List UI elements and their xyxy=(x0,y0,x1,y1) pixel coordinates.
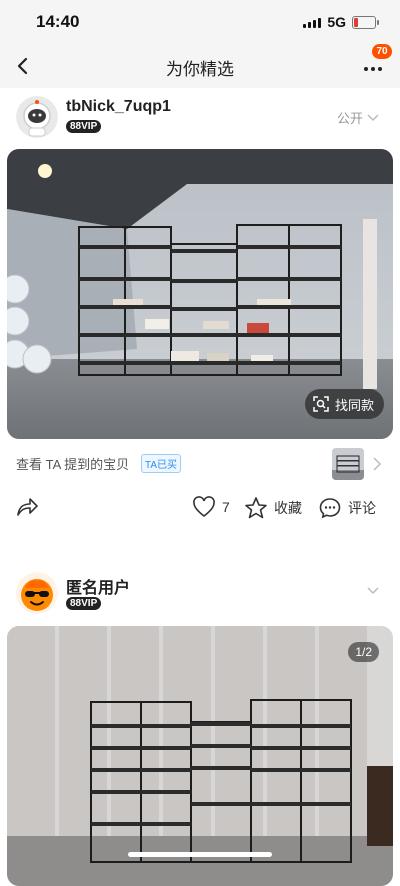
astronaut-avatar-icon xyxy=(16,96,58,138)
star-icon xyxy=(245,497,267,519)
visibility-dropdown[interactable]: 公开 xyxy=(337,108,380,127)
status-bar: 14:40 5G xyxy=(0,0,400,44)
network-type: 5G xyxy=(327,14,346,30)
sunglasses-face-avatar-icon xyxy=(16,572,58,614)
username[interactable]: 匿名用户 xyxy=(66,574,130,598)
post-photo[interactable]: 找同款 xyxy=(7,149,393,439)
post-actions: 7 收藏 评论 xyxy=(0,488,400,528)
image-counter: 1/2 xyxy=(348,642,379,662)
share-icon[interactable] xyxy=(14,495,40,519)
more-dots-icon xyxy=(364,67,382,71)
status-time: 14:40 xyxy=(36,12,80,31)
post-card: 匿名用户 88VIP 1/2 xyxy=(0,560,400,886)
more-options-dropdown[interactable] xyxy=(366,586,380,596)
chevron-right-icon xyxy=(373,457,382,471)
notification-badge: 70 xyxy=(372,44,392,59)
shelf-photo-image xyxy=(7,626,393,886)
page-title: 为你精选 xyxy=(166,60,234,79)
like-count: 7 xyxy=(222,499,230,515)
battery-icon xyxy=(352,15,379,29)
like-button[interactable]: 7 xyxy=(192,496,230,518)
visibility-label: 公开 xyxy=(336,111,363,126)
find-similar-button[interactable]: 找同款 xyxy=(304,389,384,419)
product-thumbnail-image xyxy=(332,448,364,480)
scan-search-icon xyxy=(313,396,329,412)
status-indicators: 5G xyxy=(303,14,379,30)
signal-icon xyxy=(303,16,322,28)
vip-badge: 88VIP xyxy=(66,120,102,133)
mentioned-items-label: 查看 TA 提到的宝贝 xyxy=(16,457,130,472)
mentioned-items-row[interactable]: 查看 TA 提到的宝贝 TA已买 xyxy=(16,448,384,480)
more-button[interactable]: 70 xyxy=(362,44,392,82)
favorite-button[interactable]: 收藏 xyxy=(244,496,302,520)
post-card: tbNick_7uqp1 88VIP 公开 找同款 查看 TA 提到的宝贝 TA… xyxy=(0,88,400,548)
comment-button[interactable]: 评论 xyxy=(318,496,376,520)
heart-icon xyxy=(193,496,215,518)
product-thumbnail[interactable] xyxy=(332,448,364,480)
avatar[interactable] xyxy=(16,572,58,614)
chevron-down-icon xyxy=(367,587,379,595)
comment-icon xyxy=(319,498,341,519)
chevron-down-icon xyxy=(367,113,379,121)
favorite-label: 收藏 xyxy=(274,500,302,516)
find-similar-label: 找同款 xyxy=(334,397,374,413)
post-photo[interactable]: 1/2 xyxy=(7,626,393,886)
username[interactable]: tbNick_7uqp1 xyxy=(66,98,171,116)
comment-label: 评论 xyxy=(348,500,376,516)
vip-badge: 88VIP xyxy=(66,597,102,610)
nav-bar: 为你精选 70 xyxy=(0,44,400,88)
purchased-tag: TA已买 xyxy=(141,454,182,473)
avatar[interactable] xyxy=(16,96,58,138)
home-indicator xyxy=(128,852,272,857)
